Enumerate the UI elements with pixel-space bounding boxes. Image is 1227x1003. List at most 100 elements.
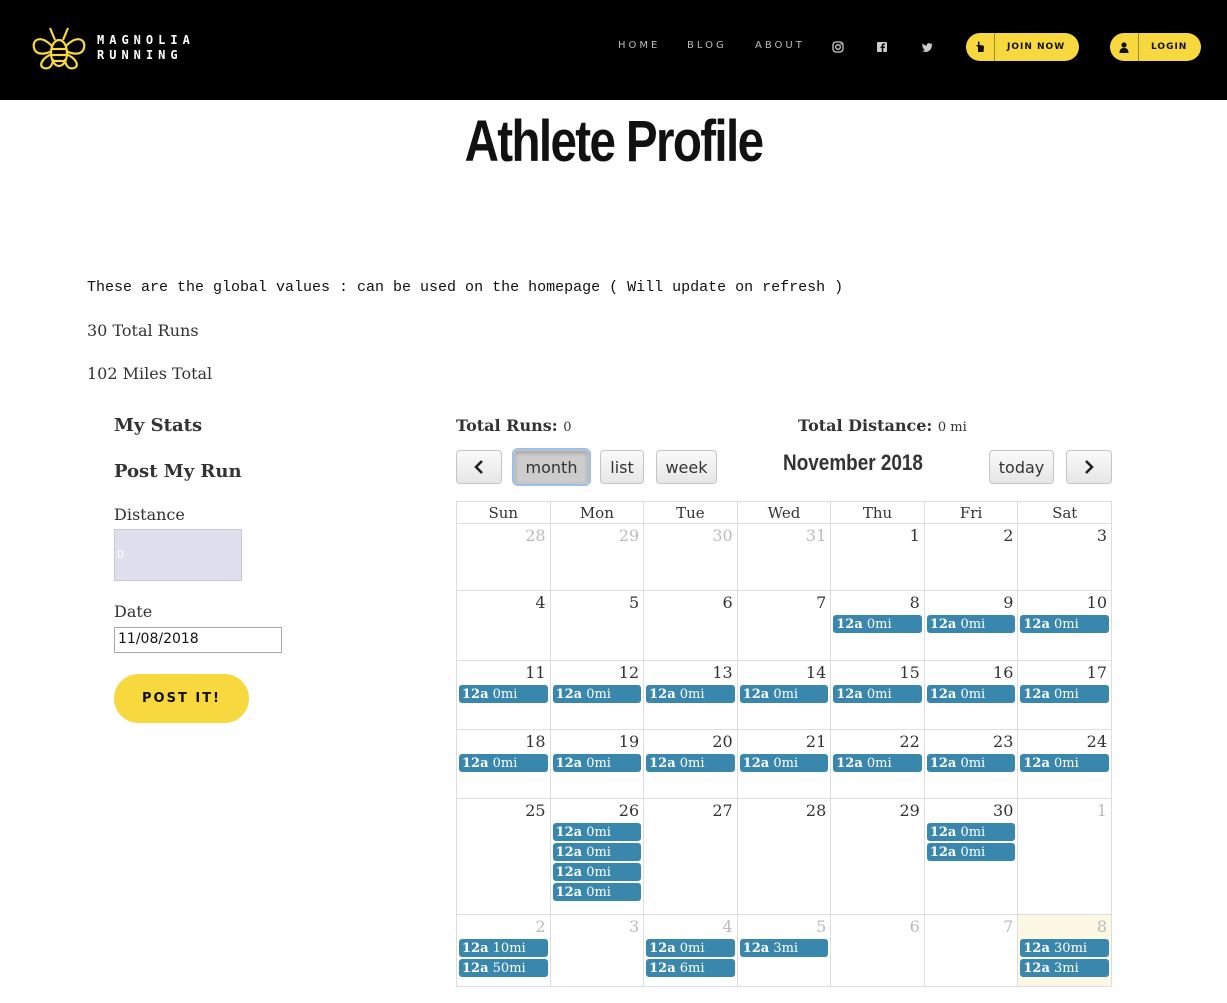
calendar-day-cell[interactable]: 20 12a 0mi xyxy=(643,729,738,799)
calendar-day-cell[interactable]: 15 12a 0mi xyxy=(830,660,925,730)
run-event[interactable]: 12a 0mi xyxy=(1020,685,1109,703)
brand-name[interactable]: MAGNOLIA RUNNING xyxy=(97,33,195,63)
calendar-day-cell[interactable]: 16 12a 0mi xyxy=(923,660,1019,730)
run-event[interactable]: 12a 0mi xyxy=(833,685,922,703)
calendar-day-cell[interactable]: 6 xyxy=(830,914,925,987)
calendar-day-cell[interactable]: 24 12a 0mi xyxy=(1017,729,1112,799)
calendar-day-cell[interactable]: 29 xyxy=(549,523,645,591)
calendar-day-cell[interactable]: 13 12a 0mi xyxy=(643,660,738,730)
calendar-day-cell[interactable]: 25 xyxy=(456,798,551,915)
event-distance: 0mi xyxy=(956,825,986,840)
calendar-day-cell[interactable]: 22 12a 0mi xyxy=(830,729,925,799)
calendar-day-cell[interactable]: 19 12a 0mi xyxy=(549,729,645,799)
calendar-day-cell[interactable]: 31 xyxy=(736,523,832,591)
nav-home[interactable]: HOME xyxy=(618,40,660,51)
prev-month-button[interactable] xyxy=(456,450,502,484)
calendar-day-cell[interactable]: 18 12a 0mi xyxy=(456,729,551,799)
run-event[interactable]: 12a 3mi xyxy=(739,939,829,957)
week-view-button[interactable]: week xyxy=(656,450,717,484)
next-month-button[interactable] xyxy=(1066,450,1112,484)
run-event[interactable]: 12a 0mi xyxy=(1020,615,1109,633)
calendar-day-cell[interactable]: 3 xyxy=(1017,523,1112,591)
calendar-day-cell[interactable]: 28 xyxy=(456,523,551,591)
run-event[interactable]: 12a 0mi xyxy=(646,939,735,957)
run-event[interactable]: 12a 0mi xyxy=(1020,754,1109,772)
calendar-day-cell[interactable]: 14 12a 0mi xyxy=(736,660,832,730)
run-event[interactable]: 12a 50mi xyxy=(459,959,548,977)
calendar-day-cell[interactable]: 17 12a 0mi xyxy=(1017,660,1112,730)
calendar-day-cell[interactable]: 28 xyxy=(736,798,832,915)
run-event[interactable]: 12a 0mi xyxy=(926,823,1016,841)
distance-input[interactable]: 0 xyxy=(114,529,242,581)
calendar-day-cell[interactable]: 12 12a 0mi xyxy=(549,660,645,730)
calendar-day-cell[interactable]: 2 12a 10mi 12a 50mi xyxy=(456,914,551,987)
calendar-day-cell[interactable]: 9 12a 0mi xyxy=(923,590,1019,661)
run-event[interactable]: 12a 0mi xyxy=(552,685,642,703)
run-event[interactable]: 12a 0mi xyxy=(552,754,642,772)
calendar-day-cell[interactable]: 10 12a 0mi xyxy=(1017,590,1112,661)
event-distance: 50mi xyxy=(488,961,526,976)
calendar-day-cell[interactable]: 29 xyxy=(830,798,925,915)
calendar-day-cell[interactable]: 30 12a 0mi 12a 0mi xyxy=(923,798,1019,915)
nav-blog[interactable]: BLOG xyxy=(687,40,727,51)
run-event[interactable]: 12a 0mi xyxy=(552,823,642,841)
day-number: 20 xyxy=(712,732,733,751)
month-view-button[interactable]: month xyxy=(512,448,591,486)
calendar-day-cell[interactable]: 26 12a 0mi 12a 0mi 12a 0mi 12a 0mi xyxy=(549,798,645,915)
calendar-day-cell[interactable]: 11 12a 0mi xyxy=(456,660,551,730)
join-now-button[interactable]: JOIN NOW xyxy=(966,33,1080,61)
event-time: 12a xyxy=(555,756,583,771)
day-number: 8 xyxy=(1096,917,1107,936)
calendar-day-cell[interactable]: 8 12a 0mi xyxy=(830,590,925,661)
run-event[interactable]: 12a 0mi xyxy=(926,615,1016,633)
day-number: 10 xyxy=(1086,593,1107,612)
run-event[interactable]: 12a 0mi xyxy=(552,883,642,901)
calendar-day-cell[interactable]: 7 xyxy=(923,914,1019,987)
calendar-day-cell[interactable]: 23 12a 0mi xyxy=(923,729,1019,799)
run-event[interactable]: 12a 0mi xyxy=(739,754,829,772)
event-time: 12a xyxy=(462,687,489,702)
calendar-day-cell[interactable]: 7 xyxy=(736,590,832,661)
calendar-day-cell[interactable]: 2 xyxy=(923,523,1019,591)
run-event[interactable]: 12a 0mi xyxy=(926,754,1016,772)
my-stats-heading[interactable]: My Stats xyxy=(114,415,202,436)
date-input[interactable]: 11/08/2018 xyxy=(114,627,282,653)
calendar-day-cell[interactable]: 21 12a 0mi xyxy=(736,729,832,799)
event-time: 12a xyxy=(742,941,770,956)
nav-about[interactable]: ABOUT xyxy=(755,40,805,51)
calendar-day-cell[interactable]: 1 xyxy=(830,523,925,591)
calendar-day-cell[interactable]: 8 12a 30mi 12a 3mi xyxy=(1017,914,1112,987)
run-event[interactable]: 12a 0mi xyxy=(552,863,642,881)
run-event[interactable]: 12a 0mi xyxy=(646,754,735,772)
run-event[interactable]: 12a 0mi xyxy=(833,754,922,772)
calendar-day-cell[interactable]: 5 xyxy=(549,590,645,661)
run-event[interactable]: 12a 3mi xyxy=(1020,959,1109,977)
run-event[interactable]: 12a 10mi xyxy=(459,939,548,957)
calendar-day-cell[interactable]: 4 12a 0mi 12a 6mi xyxy=(643,914,738,987)
run-event[interactable]: 12a 0mi xyxy=(926,843,1016,861)
run-event[interactable]: 12a 0mi xyxy=(646,685,735,703)
calendar-day-cell[interactable]: 6 xyxy=(643,590,738,661)
list-view-button[interactable]: list xyxy=(600,450,644,484)
run-event[interactable]: 12a 0mi xyxy=(833,615,922,633)
calendar-day-cell[interactable]: 5 12a 3mi xyxy=(736,914,832,987)
calendar-day-cell[interactable]: 4 xyxy=(456,590,551,661)
run-event[interactable]: 12a 0mi xyxy=(552,843,642,861)
run-event[interactable]: 12a 30mi xyxy=(1020,939,1109,957)
calendar-day-cell[interactable]: 27 xyxy=(643,798,738,915)
bee-logo-icon[interactable] xyxy=(30,24,88,72)
post-it-button[interactable]: POST IT! xyxy=(114,674,249,723)
instagram-icon[interactable] xyxy=(832,41,844,53)
facebook-icon[interactable] xyxy=(876,41,888,53)
today-button[interactable]: today xyxy=(989,450,1054,484)
run-event[interactable]: 12a 0mi xyxy=(459,685,548,703)
calendar-day-cell[interactable]: 1 xyxy=(1017,798,1112,915)
run-event[interactable]: 12a 6mi xyxy=(646,959,735,977)
calendar-day-cell[interactable]: 30 xyxy=(643,523,738,591)
run-event[interactable]: 12a 0mi xyxy=(926,685,1016,703)
run-event[interactable]: 12a 0mi xyxy=(459,754,548,772)
twitter-icon[interactable] xyxy=(921,41,933,53)
login-button[interactable]: LOGIN xyxy=(1110,33,1202,61)
run-event[interactable]: 12a 0mi xyxy=(739,685,829,703)
calendar-day-cell[interactable]: 3 xyxy=(549,914,645,987)
